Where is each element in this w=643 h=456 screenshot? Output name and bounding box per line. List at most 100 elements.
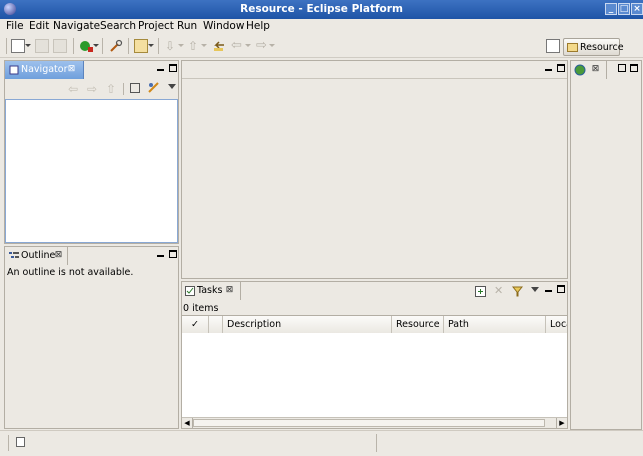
run-icon[interactable] <box>79 39 93 53</box>
minimize-view-button[interactable] <box>157 64 164 71</box>
menu-navigate[interactable]: Navigate <box>53 20 100 32</box>
outline-view: Outline ⊠ An outline is not available. <box>4 246 179 429</box>
back-icon: ⇦ <box>231 38 242 53</box>
chevron-down-icon <box>245 44 251 47</box>
chevron-down-icon[interactable] <box>93 44 99 47</box>
chevron-down-icon <box>178 44 184 47</box>
maximize-view-button[interactable] <box>169 64 177 72</box>
menu-project[interactable]: Project <box>138 20 174 32</box>
close-icon[interactable]: ⊠ <box>225 286 234 295</box>
title-bar: Resource - Eclipse Platform _ □ × <box>0 0 643 19</box>
perspective-resource-button[interactable]: Resource <box>563 38 624 56</box>
up-icon: ⇧ <box>106 82 117 96</box>
menu-run[interactable]: Run <box>177 20 197 32</box>
fast-view-icon[interactable] <box>16 437 25 447</box>
status-separator <box>376 434 377 452</box>
maximize-editor-button[interactable] <box>557 64 565 72</box>
menu-bar: File Edit Navigate Search Project Run Wi… <box>0 19 643 34</box>
minimize-window-button[interactable]: _ <box>605 3 617 15</box>
close-icon[interactable]: ⊠ <box>591 65 600 74</box>
tasks-table-header: ✓ Description Resource Path Loca <box>182 316 567 333</box>
perspective-label: Resource <box>580 42 624 53</box>
forward-icon: ⇨ <box>87 82 98 96</box>
navigator-icon <box>9 65 19 75</box>
toolbar-separator <box>6 38 7 54</box>
add-task-icon[interactable] <box>475 286 486 297</box>
close-icon[interactable]: ⊠ <box>67 65 76 74</box>
menu-file[interactable]: File <box>6 20 24 32</box>
close-window-button[interactable]: × <box>631 3 643 15</box>
chevron-down-icon[interactable] <box>25 44 31 47</box>
search-icon[interactable] <box>109 39 123 53</box>
forward-icon: ⇨ <box>256 38 267 53</box>
column-description[interactable]: Description <box>223 316 392 333</box>
toolbar-separator <box>158 38 159 54</box>
minimize-view-button[interactable] <box>545 285 552 292</box>
chevron-down-icon[interactable] <box>148 44 154 47</box>
resource-perspective-icon <box>567 43 578 52</box>
delete-task-icon: ✕ <box>494 284 504 297</box>
tab-navigator[interactable]: Navigator ⊠ <box>5 61 84 79</box>
tab-outline[interactable]: Outline ⊠ <box>5 247 68 265</box>
save-icon <box>35 39 49 53</box>
outline-body: An outline is not available. <box>6 266 178 428</box>
task-count: 0 items <box>183 303 219 314</box>
open-perspective-button-icon[interactable] <box>546 39 560 53</box>
navigator-tab-header: Navigator ⊠ <box>5 61 178 79</box>
tasks-view: Tasks ⊠ ✕ 0 items ✓ Description Resource… <box>181 281 568 429</box>
column-path[interactable]: Path <box>444 316 546 333</box>
navigator-toolbar: ⇦ ⇨ ⇧ <box>6 79 178 99</box>
view-menu-icon[interactable] <box>531 287 539 292</box>
last-edit-icon[interactable] <box>212 39 226 53</box>
menu-search[interactable]: Search <box>100 20 136 32</box>
minimize-editor-button[interactable] <box>545 64 552 71</box>
column-priority[interactable] <box>209 316 223 333</box>
print-icon <box>53 39 67 53</box>
status-bar <box>0 430 643 456</box>
navigator-view: Navigator ⊠ ⇦ ⇨ ⇧ <box>4 60 179 244</box>
tasks-icon <box>185 286 195 296</box>
previous-annotation-icon: ⇧ <box>188 39 199 53</box>
main-toolbar: ⇩ ⇧ ⇦ ⇨ <box>0 34 643 58</box>
toolbar-separator <box>123 83 124 95</box>
toolbar-separator <box>102 38 103 54</box>
tab-tasks[interactable]: Tasks ⊠ <box>182 282 241 300</box>
maximize-window-button[interactable]: □ <box>618 3 630 15</box>
menu-edit[interactable]: Edit <box>29 20 49 32</box>
maximize-view-button[interactable] <box>169 250 177 258</box>
scroll-left-icon[interactable]: ◀ <box>182 418 193 428</box>
open-perspective-icon[interactable] <box>134 39 148 53</box>
status-separator <box>8 435 9 451</box>
horizontal-scrollbar[interactable]: ◀ ▶ <box>182 417 567 428</box>
collapse-all-icon[interactable] <box>130 83 140 93</box>
menu-help[interactable]: Help <box>246 20 270 32</box>
window-title: Resource - Eclipse Platform <box>240 3 403 15</box>
column-completed[interactable]: ✓ <box>182 316 209 333</box>
tasks-table[interactable]: ✓ Description Resource Path Loca ◀ ▶ <box>182 315 567 428</box>
editor-divider <box>182 78 567 79</box>
link-with-editor-icon[interactable] <box>148 82 159 93</box>
tasks-tab-header: Tasks ⊠ ✕ <box>182 282 567 300</box>
menu-window[interactable]: Window <box>203 20 244 32</box>
minimize-view-button[interactable] <box>157 250 164 257</box>
tab-welcome[interactable]: ⊠ <box>571 61 607 79</box>
column-location[interactable]: Loca <box>546 316 567 333</box>
navigator-tree[interactable] <box>5 99 178 243</box>
filter-icon[interactable] <box>511 286 524 297</box>
scroll-right-icon[interactable]: ▶ <box>556 418 567 428</box>
view-menu-icon[interactable] <box>168 84 176 89</box>
back-icon: ⇦ <box>68 82 79 96</box>
column-resource[interactable]: Resource <box>392 316 444 333</box>
scrollbar-thumb[interactable] <box>193 419 545 427</box>
maximize-view-button[interactable] <box>557 285 565 293</box>
outline-icon <box>9 252 19 258</box>
restore-view-button[interactable] <box>618 64 626 72</box>
toolbar-separator <box>128 38 129 54</box>
tab-navigator-label: Navigator <box>21 64 68 75</box>
new-wizard-icon[interactable] <box>11 39 25 53</box>
tab-tasks-label: Tasks <box>197 285 223 296</box>
close-icon[interactable]: ⊠ <box>54 251 63 260</box>
next-annotation-icon: ⇩ <box>165 39 176 53</box>
maximize-view-button[interactable] <box>630 64 638 72</box>
chevron-down-icon <box>201 44 207 47</box>
